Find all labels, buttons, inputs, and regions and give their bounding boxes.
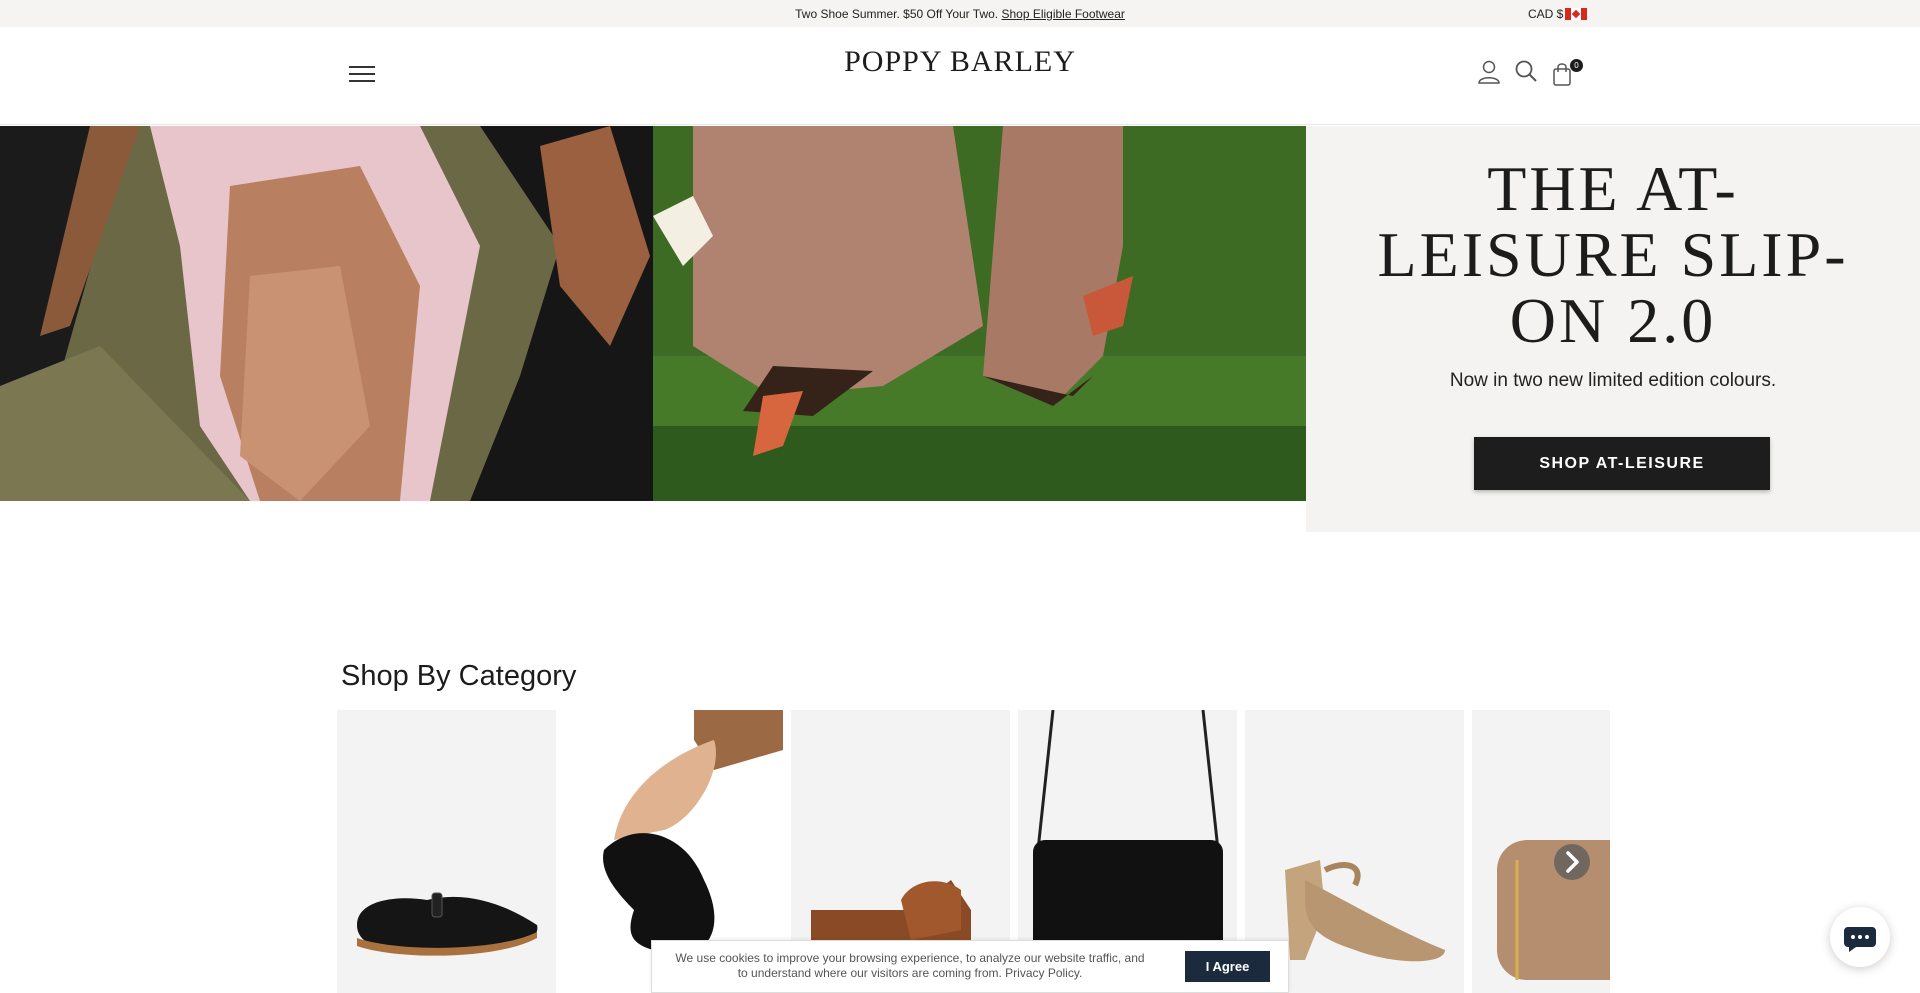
hero-image-tan-slip-on[interactable] bbox=[653, 126, 1306, 501]
currency-selector[interactable]: CAD $ bbox=[1528, 7, 1588, 21]
category-card-mary-jane[interactable] bbox=[337, 710, 556, 993]
chat-widget-button[interactable] bbox=[1830, 907, 1890, 967]
announcement-link[interactable]: Shop Eligible Footwear bbox=[1001, 7, 1124, 21]
site-header: POPPY BARLEY 0 bbox=[0, 27, 1920, 125]
category-heading: Shop By Category bbox=[341, 660, 577, 692]
announcement-bar: Two Shoe Summer. $50 Off Your Two. Shop … bbox=[0, 0, 1920, 27]
cart-count-badge: 0 bbox=[1570, 59, 1583, 72]
hero-title: THE AT-LEISURE SLIP-ON 2.0 bbox=[1377, 153, 1849, 356]
mary-jane-shoe-icon bbox=[357, 892, 538, 956]
account-icon[interactable] bbox=[1477, 59, 1501, 85]
currency-label: CAD $ bbox=[1528, 7, 1564, 21]
canada-flag-icon bbox=[1565, 8, 1588, 20]
hero-image-pink-slip-on[interactable] bbox=[0, 126, 653, 501]
cookie-agree-button[interactable]: I Agree bbox=[1185, 951, 1270, 982]
carousel-next-button[interactable] bbox=[1554, 844, 1590, 880]
site-logo[interactable]: POPPY BARLEY bbox=[0, 45, 1920, 79]
hero-panel: THE AT-LEISURE SLIP-ON 2.0 Now in two ne… bbox=[1306, 126, 1920, 532]
chevron-right-icon bbox=[1566, 851, 1579, 873]
hero-subtitle: Now in two new limited edition colours. bbox=[1449, 370, 1777, 391]
announcement-message: Two Shoe Summer. $50 Off Your Two. Shop … bbox=[0, 7, 1920, 21]
announcement-text: Two Shoe Summer. $50 Off Your Two. bbox=[795, 7, 1002, 21]
cookie-banner: We use cookies to improve your browsing … bbox=[651, 940, 1289, 993]
search-icon[interactable] bbox=[1514, 59, 1538, 85]
shop-at-leisure-button[interactable]: SHOP AT-LEISURE bbox=[1474, 437, 1770, 490]
chat-bubble-icon bbox=[1844, 927, 1876, 952]
cookie-message: We use cookies to improve your browsing … bbox=[675, 951, 1145, 980]
